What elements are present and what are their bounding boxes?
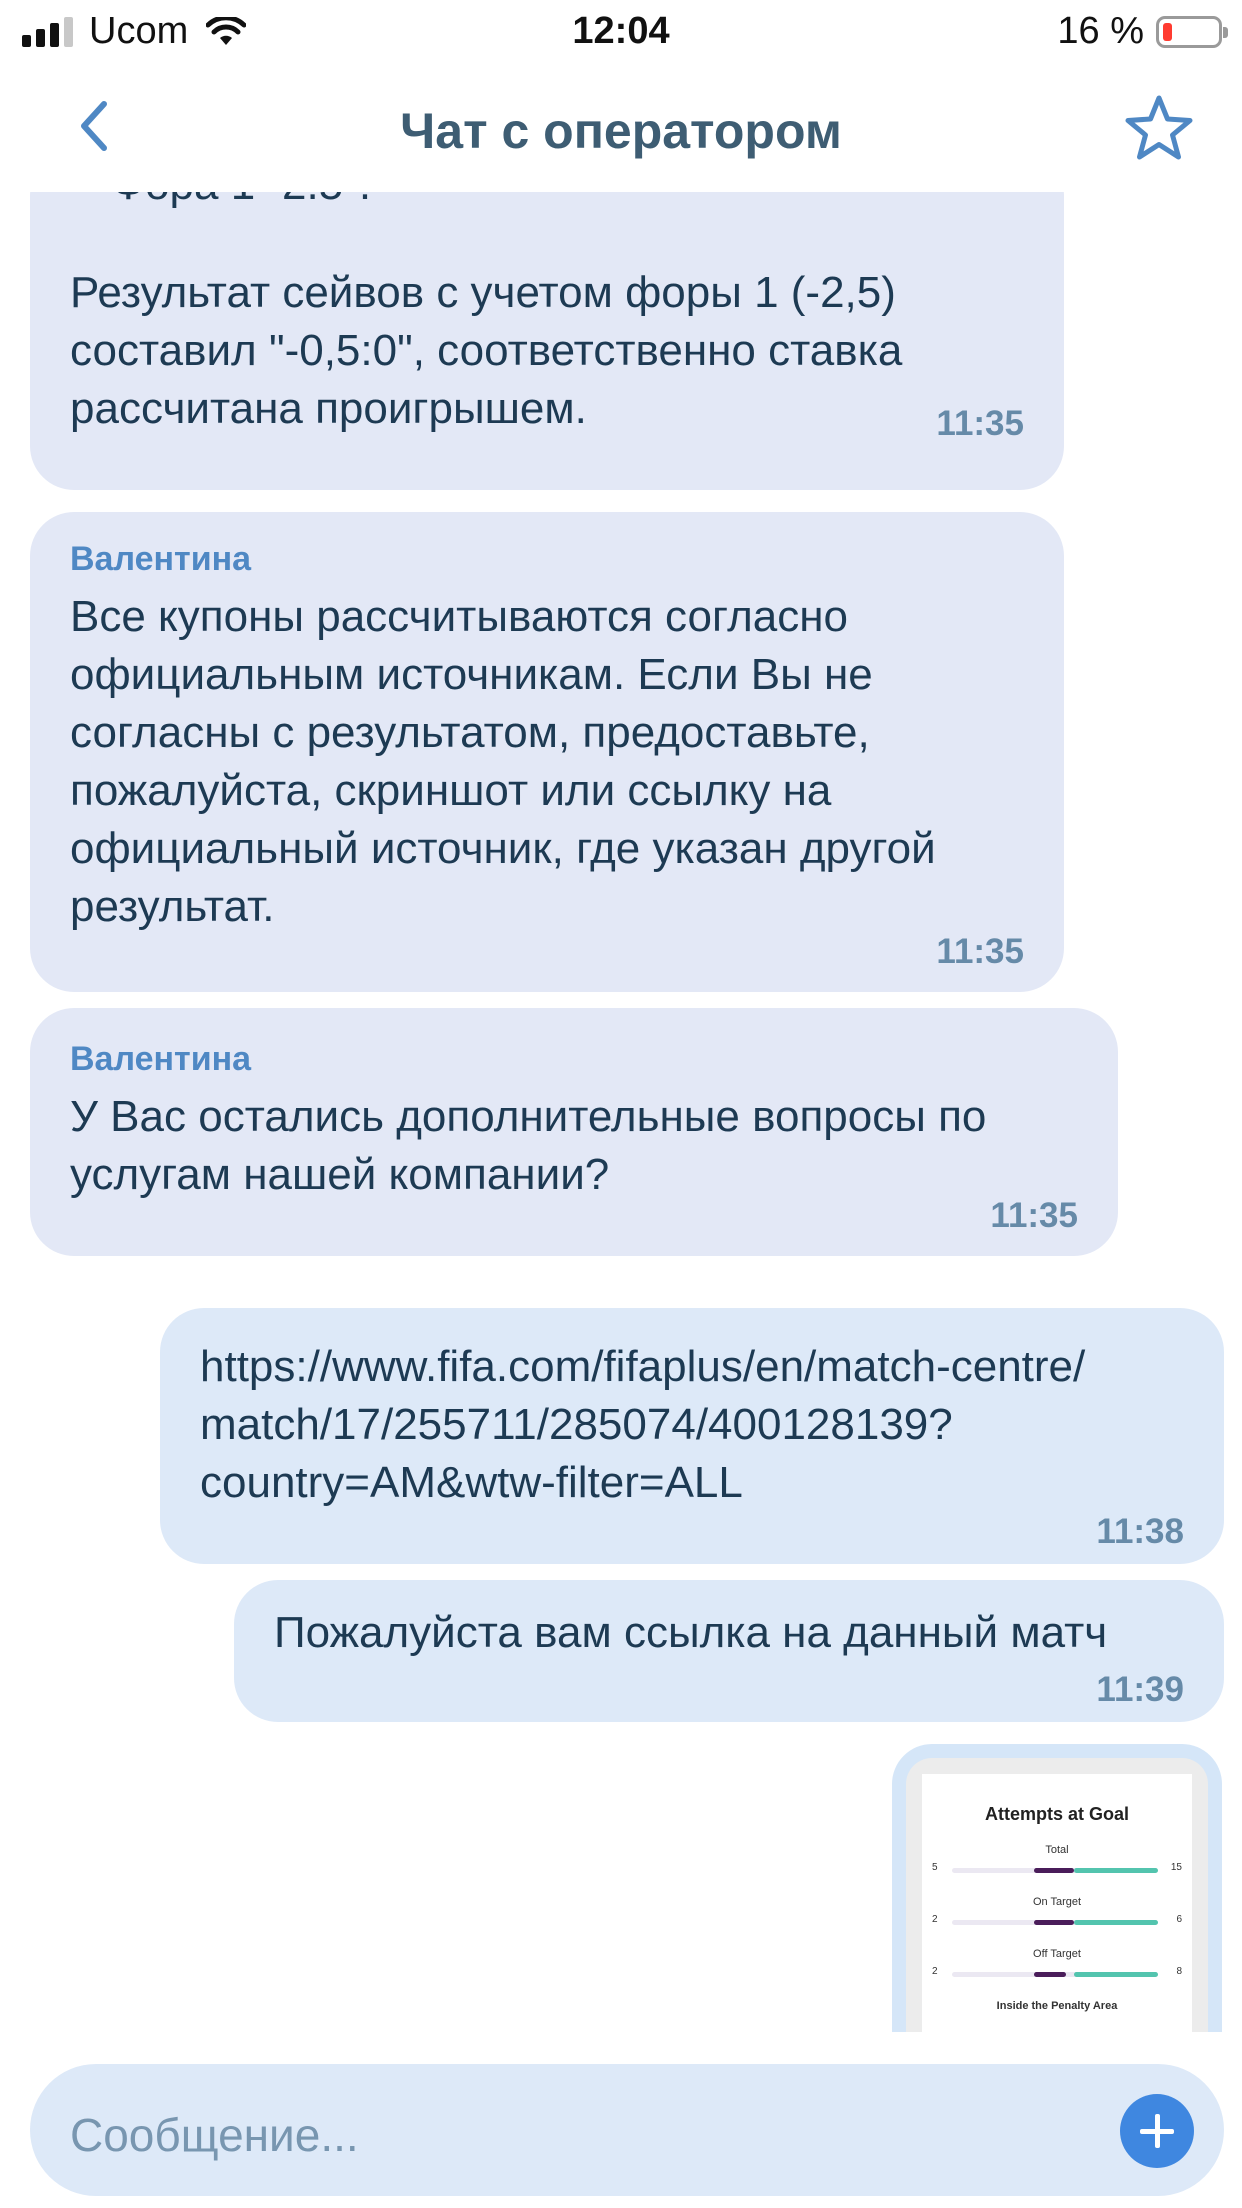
stat-label: On Target [1032,1896,1082,1908]
message-bubble-incoming[interactable]: "Фора 1 -2.5". Результат сейвов с учетом… [30,192,1064,490]
stat-left-value: 2 [932,1914,938,1925]
message-time: 11:35 [936,932,1024,971]
stat-left-value: 5 [932,1862,938,1873]
stat-bar-team-a [1034,1868,1074,1873]
message-time: 11:38 [1096,1512,1184,1551]
message-input[interactable]: Сообщение... [70,2108,359,2162]
page-title: Чат с оператором [400,103,842,159]
message-text: Пожалуйста вам ссылка на данный матч [274,1608,1108,1657]
message-time: 11:35 [990,1196,1078,1235]
message-text: Результат сейвов с учетом форы 1 (-2,5) … [70,268,903,433]
chat-screen: Ucom 12:04 16 % Чат с оператором "Фо [0,0,1242,2208]
message-bubble-incoming[interactable]: Валентина У Вас остались дополнительные … [30,1008,1118,1256]
message-link-text[interactable]: https://www.fifa.com/fifaplus/en/match-c… [200,1338,1085,1512]
message-time: 11:35 [936,404,1024,443]
stat-right-value: 15 [1170,1862,1182,1873]
message-bubble-incoming[interactable]: Валентина Все купоны рассчитываются согл… [30,512,1064,992]
stat-bar-team-b [1074,1868,1158,1873]
message-bubble-outgoing[interactable]: https://www.fifa.com/fifaplus/en/match-c… [160,1308,1224,1564]
attachment-content: Attempts at Goal Total 5 15 On Target 2 [922,1774,1192,2032]
message-input-bar[interactable]: Сообщение... [30,2064,1224,2196]
stat-label: Off Target [1033,1948,1081,1960]
message-text: Все купоны рассчитываются согласно офици… [70,592,936,931]
stat-right-value: 8 [1176,1966,1182,1977]
sender-name: Валентина [70,540,252,578]
plus-icon[interactable] [1120,2094,1194,2168]
image-attachment-bubble[interactable]: Attempts at Goal Total 5 15 On Target 2 [892,1744,1222,2032]
stat-row-total: 5 15 [922,1862,1192,1876]
battery-percent: 16 % [1057,10,1144,52]
status-bar: Ucom 12:04 16 % [0,0,1242,66]
message-list[interactable]: "Фора 1 -2.5". Результат сейвов с учетом… [0,192,1242,2032]
star-outline-icon[interactable] [1122,92,1196,166]
stat-bar-team-b [1074,1972,1158,1977]
stat-bar-team-b [1074,1920,1158,1925]
stat-row-off-target: 2 8 [922,1966,1192,1980]
stat-left-value: 2 [932,1966,938,1977]
stat-bar-team-a [1034,1972,1066,1977]
stat-bar-team-a [1034,1920,1074,1925]
message-time: 11:39 [1096,1670,1184,1709]
message-text: У Вас остались дополнительные вопросы по… [70,1092,987,1199]
battery-level-fill [1163,22,1172,41]
chat-header: Чат с оператором [0,66,1242,192]
stat-right-value: 6 [1176,1914,1182,1925]
message-text-partial: "Фора 1 -2.5". [96,192,371,214]
battery-icon [1156,15,1228,48]
attachment-screenshot[interactable]: Attempts at Goal Total 5 15 On Target 2 [906,1758,1208,2032]
stat-label: Total [1045,1844,1069,1856]
status-time: 12:04 [572,10,670,52]
status-right: 16 % [1057,10,1228,53]
sender-name: Валентина [70,1040,252,1078]
stat-row-on-target: 2 6 [922,1914,1192,1928]
message-bubble-outgoing[interactable]: Пожалуйста вам ссылка на данный матч 11:… [234,1580,1224,1722]
attachment-title: Attempts at Goal [984,1804,1130,1824]
stat-label-next: Inside the Penalty Area [996,2000,1118,2012]
